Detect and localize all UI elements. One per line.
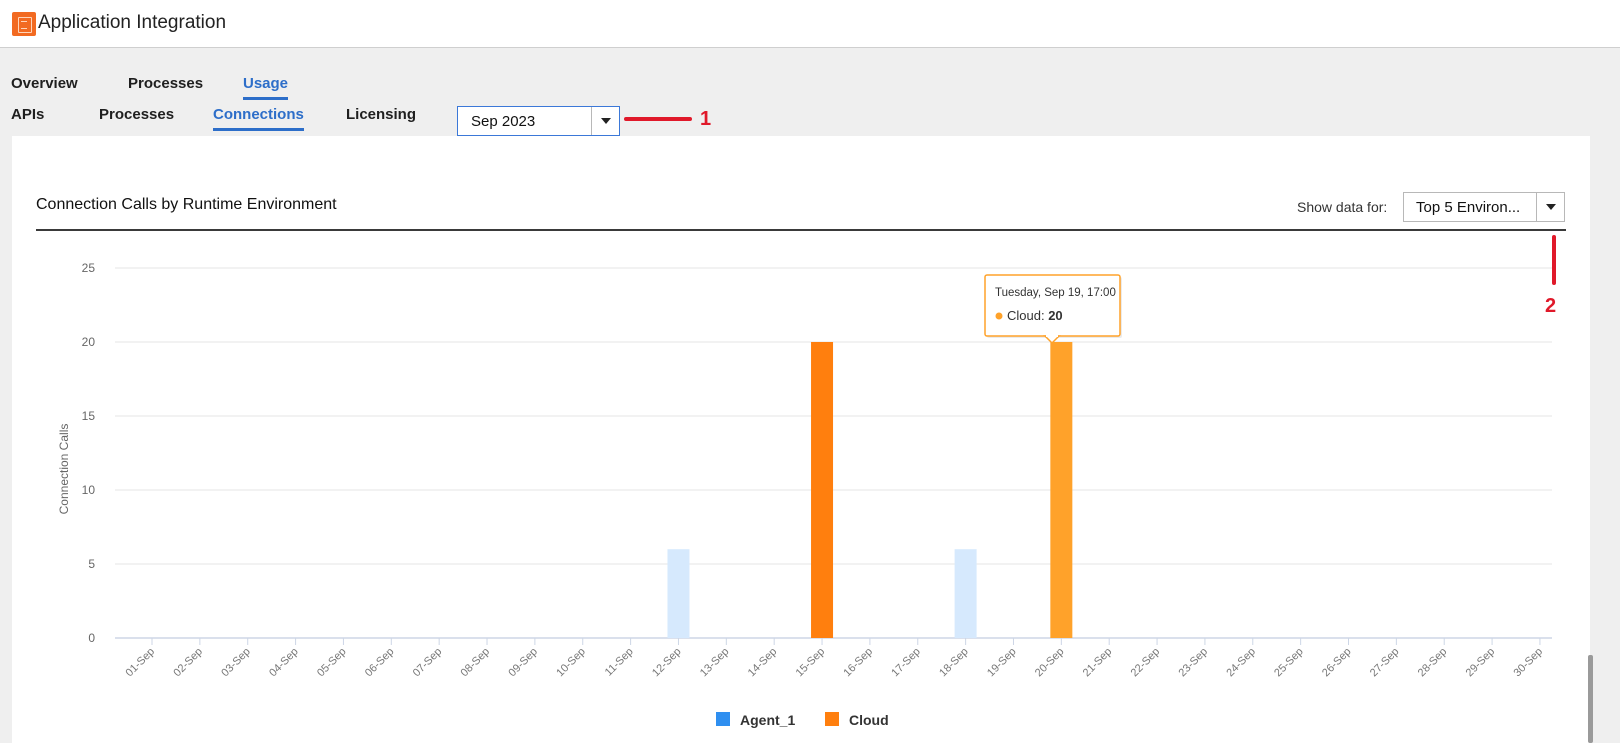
y-tick-label: 0: [88, 631, 95, 645]
y-tick-label: 25: [82, 261, 96, 275]
y-tick-label: 5: [88, 557, 95, 571]
x-tick-label: 23-Sep: [1176, 646, 1210, 680]
x-tick-label: 11-Sep: [603, 646, 636, 679]
connection-calls-chart: 0 5 10 15 20 25 Connection Calls 01-Sep 02-Sep 03…: [57, 261, 1552, 728]
x-tick-label: 17-Sep: [889, 646, 923, 680]
x-tick-label: 26-Sep: [1320, 646, 1354, 680]
x-tick-label: 21-Sep: [1081, 646, 1115, 680]
legend-item-label[interactable]: Agent_1: [740, 712, 795, 728]
x-tick-label: 04-Sep: [267, 646, 301, 680]
agent-1-bar: [954, 549, 977, 638]
x-tick-label: 20-Sep: [1033, 646, 1067, 680]
x-tick-label: 10-Sep: [554, 646, 588, 680]
x-tick-label: 16-Sep: [841, 646, 875, 680]
tooltip-series-name: Cloud: [1007, 308, 1041, 323]
y-tick-label: 15: [82, 409, 96, 423]
x-tick-label: 28-Sep: [1416, 646, 1450, 680]
x-tick-label: 29-Sep: [1464, 646, 1498, 680]
tooltip-value-line: Cloud: 20: [1007, 308, 1063, 323]
legend-swatch[interactable]: [716, 712, 730, 726]
y-axis-title: Connection Calls: [57, 424, 71, 515]
chart-legend: Agent_1 Cloud: [716, 712, 889, 728]
x-tick-label: 19-Sep: [985, 646, 1019, 680]
agent-1-bar: [667, 549, 690, 638]
x-tick-label: 07-Sep: [411, 646, 445, 680]
tooltip-value: 20: [1048, 308, 1062, 323]
cloud-bar: [1050, 342, 1073, 638]
x-tick-label: 30-Sep: [1511, 646, 1545, 680]
x-tick-label: 14-Sep: [746, 646, 780, 680]
x-tick-label: 03-Sep: [219, 646, 253, 680]
x-tick-label: 22-Sep: [1129, 646, 1163, 680]
legend-swatch[interactable]: [825, 712, 839, 726]
x-tick-label: 24-Sep: [1224, 646, 1258, 680]
x-tick-label: 08-Sep: [459, 646, 493, 680]
tooltip-series-dot: [995, 312, 1003, 320]
x-tick-label: 09-Sep: [506, 646, 540, 680]
x-tick-label: 06-Sep: [363, 646, 397, 680]
x-tick-label: 05-Sep: [315, 646, 349, 680]
vertical-scrollbar[interactable]: [1588, 655, 1593, 743]
legend-item-label[interactable]: Cloud: [849, 712, 889, 728]
tooltip-box: [984, 274, 1121, 337]
tooltip-date: Tuesday, Sep 19, 17:00: [995, 287, 1116, 299]
x-tick-label: 27-Sep: [1368, 646, 1402, 680]
chart-tooltip: Tuesday, Sep 19, 17:00 Cloud: 20: [984, 274, 1122, 345]
x-tick-label: 02-Sep: [171, 646, 205, 680]
x-tick-label: 12-Sep: [650, 646, 684, 680]
y-tick-label: 20: [82, 335, 96, 349]
tooltip-pointer-mask: [1046, 334, 1058, 337]
x-tick-label: 15-Sep: [794, 646, 828, 680]
x-tick-label: 18-Sep: [937, 646, 971, 680]
y-tick-label: 10: [82, 483, 96, 497]
x-tick-label: 25-Sep: [1272, 646, 1306, 680]
x-tick-label: 13-Sep: [698, 646, 732, 680]
x-tick-label: 01-Sep: [124, 646, 158, 680]
cloud-bar: [811, 342, 834, 638]
tooltip-separator: :: [1041, 308, 1048, 323]
